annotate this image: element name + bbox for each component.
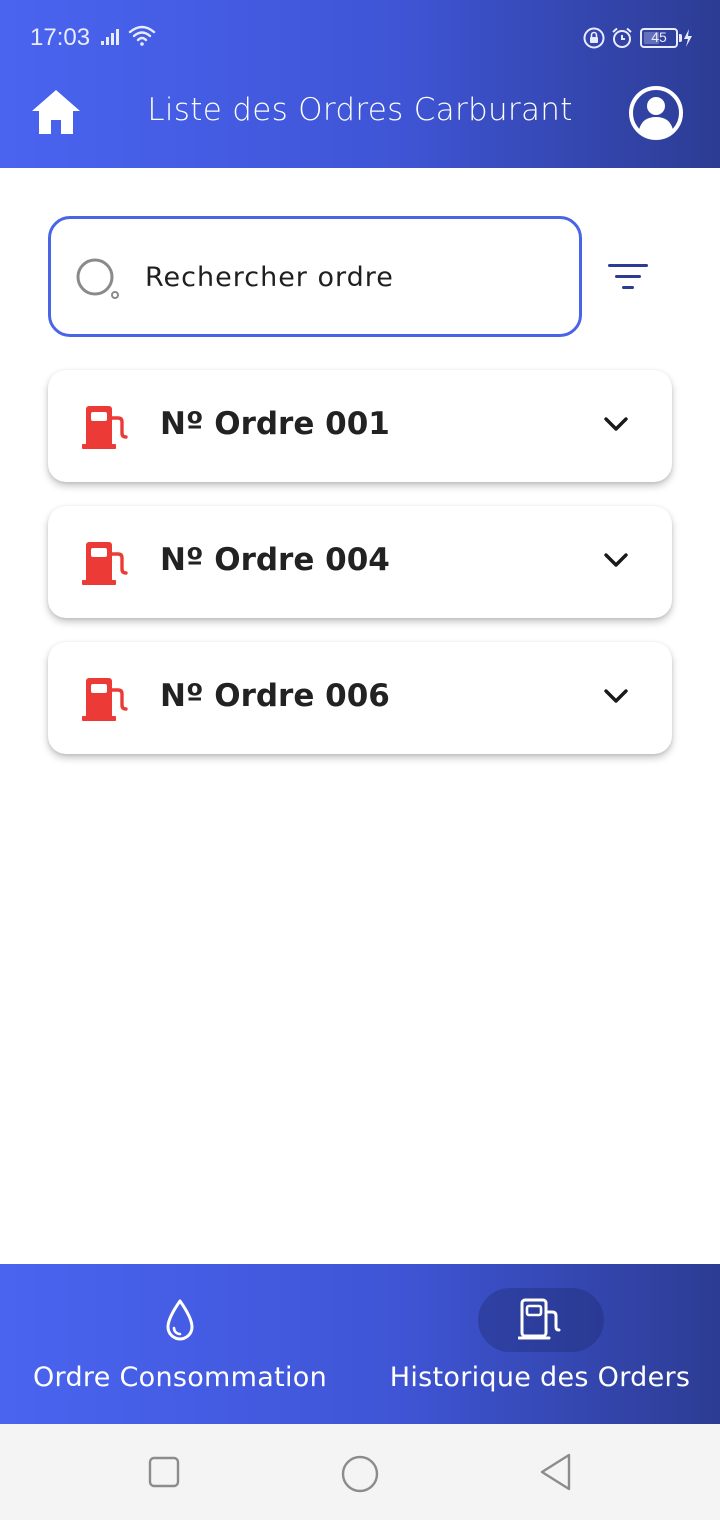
signal-icon	[101, 29, 119, 45]
filter-icon[interactable]	[606, 262, 650, 292]
drop-icon	[166, 1299, 194, 1341]
order-card[interactable]: Nº Ordre 004	[48, 506, 672, 618]
nav-label: Historique des Orders	[389, 1362, 691, 1393]
home-circle-icon[interactable]	[340, 1454, 380, 1494]
nav-item-ordre-consommation[interactable]: Ordre Consommation	[0, 1264, 360, 1424]
status-time: 17:03	[30, 24, 91, 51]
app-header: 17:03 45 Liste des Ordres Carburant	[0, 0, 720, 168]
page-title: Liste des Ordres Carburant	[147, 92, 573, 128]
recent-apps-icon[interactable]	[148, 1456, 180, 1488]
fuel-pump-icon	[82, 406, 128, 449]
search-input[interactable]	[145, 249, 545, 305]
order-card[interactable]: Nº Ordre 001	[48, 370, 672, 482]
order-label: Nº Ordre 006	[160, 678, 390, 714]
system-nav-bar	[0, 1424, 720, 1520]
chevron-down-icon[interactable]	[604, 416, 628, 432]
search-icon	[76, 258, 119, 299]
fuel-pump-icon	[518, 1298, 561, 1340]
bottom-nav: Ordre Consommation Historique des Orders	[0, 1264, 720, 1424]
status-bar: 17:03 45	[0, 0, 720, 76]
nav-item-historique[interactable]: Historique des Orders	[360, 1264, 720, 1424]
fuel-pump-icon	[82, 678, 128, 721]
order-list: Nº Ordre 001 Nº Ordre 004 Nº Ordre 006	[48, 370, 672, 778]
fuel-pump-icon	[82, 542, 128, 585]
profile-icon[interactable]	[628, 85, 684, 141]
search-box[interactable]	[48, 216, 582, 337]
chevron-down-icon[interactable]	[604, 552, 628, 568]
order-label: Nº Ordre 004	[160, 542, 390, 578]
order-label: Nº Ordre 001	[160, 406, 390, 442]
alarm-icon	[612, 27, 632, 48]
lock-icon	[583, 27, 605, 49]
charging-icon	[684, 29, 692, 47]
chevron-down-icon[interactable]	[604, 688, 628, 704]
back-icon[interactable]	[538, 1452, 574, 1492]
wifi-icon	[128, 25, 156, 46]
nav-label: Ordre Consommation	[32, 1362, 328, 1393]
battery-icon: 45	[640, 28, 678, 48]
battery-tip	[679, 34, 682, 42]
battery-level: 45	[651, 29, 667, 45]
order-card[interactable]: Nº Ordre 006	[48, 642, 672, 754]
